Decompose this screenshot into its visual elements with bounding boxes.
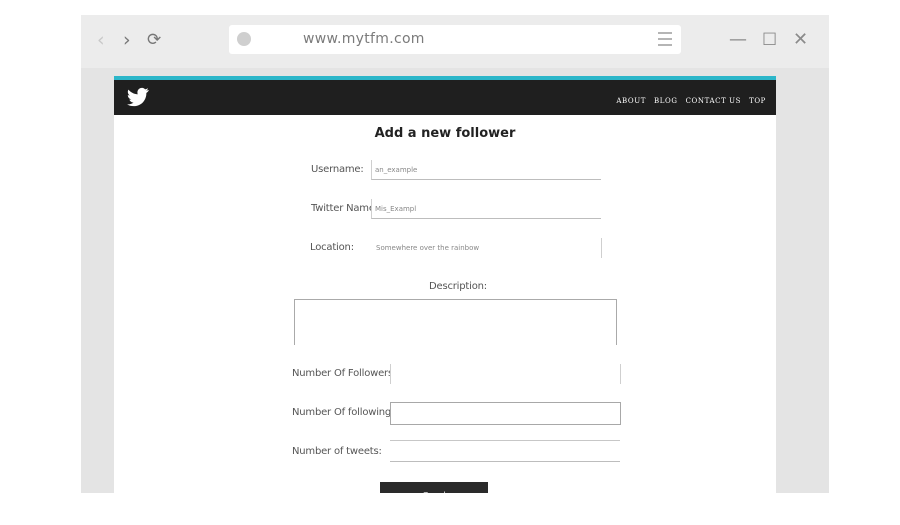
form-title: Add a new follower [374, 126, 516, 141]
twitter-name-input[interactable]: Mis_Exampl [371, 199, 601, 219]
followers-input[interactable] [390, 364, 621, 384]
nav-contact-us[interactable]: CONTACT US [686, 97, 742, 105]
description-textarea[interactable] [294, 299, 617, 345]
tweets-label: Number of tweets: [292, 446, 382, 457]
minimize-icon[interactable]: — [729, 29, 747, 51]
address-bar[interactable]: www.mytfm.com [229, 25, 681, 54]
twitter-bird-icon[interactable] [127, 87, 149, 107]
site-header: ABOUT BLOG CONTACT US TOP [114, 80, 776, 115]
nav-top[interactable]: TOP [749, 97, 766, 105]
location-label: Location: [310, 242, 354, 253]
page-viewport: ABOUT BLOG CONTACT US TOP Add a new foll… [81, 68, 829, 493]
site-nav: ABOUT BLOG CONTACT US TOP [616, 97, 766, 105]
website: ABOUT BLOG CONTACT US TOP Add a new foll… [114, 76, 776, 493]
url-text[interactable]: www.mytfm.com [303, 31, 425, 47]
reload-icon[interactable]: ⟳ [147, 28, 161, 52]
globe-icon [237, 32, 251, 46]
username-label: Username: [311, 164, 364, 175]
tweets-input-top-border [390, 440, 620, 441]
location-input[interactable]: Somewhere over the rainbow [372, 238, 602, 258]
menu-icon[interactable] [658, 32, 672, 46]
nav-blog[interactable]: BLOG [654, 97, 678, 105]
description-label: Description: [429, 281, 487, 292]
maximize-icon[interactable]: ☐ [762, 29, 777, 51]
following-label: Number Of following: [292, 407, 395, 418]
back-arrow-icon[interactable]: ‹ [97, 28, 105, 52]
close-icon[interactable]: ✕ [793, 29, 808, 51]
browser-window: ‹ › ⟳ www.mytfm.com — ☐ ✕ ABOUT BLOG CON… [81, 15, 829, 493]
send-button[interactable]: Send [380, 482, 488, 493]
forward-arrow-icon[interactable]: › [123, 28, 131, 52]
username-input[interactable]: an_example [371, 160, 601, 180]
nav-about[interactable]: ABOUT [616, 97, 646, 105]
twitter-name-label: Twitter Name: [311, 203, 378, 214]
following-input[interactable] [390, 402, 621, 425]
followers-label: Number Of Followers: [292, 368, 397, 379]
browser-toolbar: ‹ › ⟳ www.mytfm.com — ☐ ✕ [81, 15, 829, 68]
tweets-input[interactable] [390, 442, 620, 462]
